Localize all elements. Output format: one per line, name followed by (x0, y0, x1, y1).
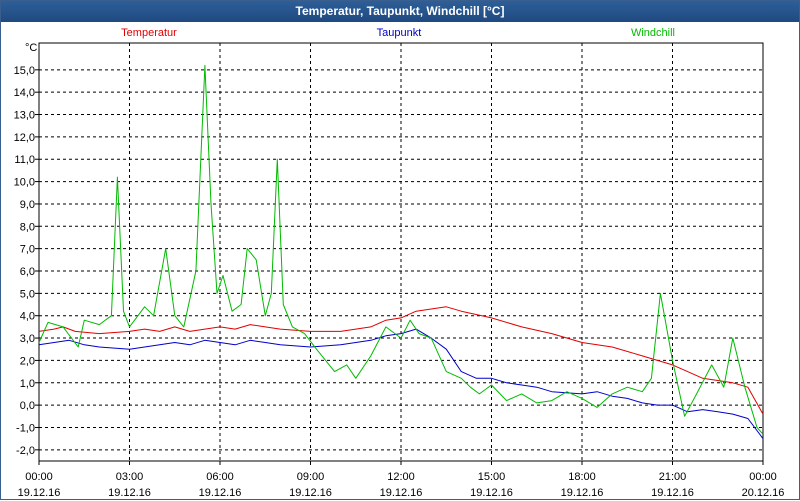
x-tick-time: 03:00 (116, 471, 144, 483)
chart-window: Temperatur, Taupunkt, Windchill [°C] 15,… (0, 0, 800, 500)
legend: Temperatur Taupunkt Windchill (121, 27, 675, 39)
legend-entry-windchill: Windchill (631, 27, 675, 39)
y-tick-label: 7,0 (20, 244, 35, 256)
x-tick-date: 19.12.16 (561, 487, 604, 499)
y-tick-label: 13,0 (14, 110, 35, 122)
y-tick-label: 1,0 (20, 378, 35, 390)
x-tick-time: 18:00 (568, 471, 596, 483)
y-tick-label: 10,0 (14, 177, 35, 189)
y-tick-label: 12,0 (14, 132, 35, 144)
legend-entry-temperatur: Temperatur (121, 27, 177, 39)
y-tick-label: -2,0 (16, 445, 35, 457)
x-tick-time: 00:00 (25, 471, 53, 483)
y-tick-label: 0,0 (20, 400, 35, 412)
x-tick-time: 21:00 (659, 471, 687, 483)
y-tick-label: 15,0 (14, 65, 35, 77)
y-tick-label: 4,0 (20, 311, 35, 323)
line-chart: 15,0 14,0 13,0 12,0 11,0 10,0 9,0 8,0 7,0 6,0 5,0 4… (14, 27, 785, 499)
y-tick-label: 8,0 (20, 221, 35, 233)
y-tick-label: 6,0 (20, 266, 35, 278)
x-tick-date: 19.12.16 (380, 487, 423, 499)
y-tick-label: 14,0 (14, 87, 35, 99)
x-axis-ticks: 00:00 19.12.16 03:00 19.12.16 06:00 19.12.16 0… (18, 461, 785, 499)
y-tick-label: 9,0 (20, 199, 35, 211)
x-tick-date: 19.12.16 (18, 487, 61, 499)
y-tick-label: 5,0 (20, 288, 35, 300)
x-tick-time: 12:00 (387, 471, 415, 483)
x-tick-date: 20.12.16 (742, 487, 785, 499)
x-tick-time: 06:00 (206, 471, 234, 483)
y-tick-label: 11,0 (14, 154, 35, 166)
x-tick-date: 19.12.16 (289, 487, 332, 499)
y-tick-label: 2,0 (20, 355, 35, 367)
x-tick-date: 19.12.16 (108, 487, 151, 499)
y-axis-unit: °C (25, 42, 37, 54)
x-tick-date: 19.12.16 (470, 487, 513, 499)
x-tick-time: 00:00 (749, 471, 777, 483)
grid (39, 43, 763, 461)
y-axis-ticks: 15,0 14,0 13,0 12,0 11,0 10,0 9,0 8,0 7,0 6,0 5,0 4… (14, 65, 39, 457)
y-tick-label: 3,0 (20, 333, 35, 345)
x-tick-date: 19.12.16 (199, 487, 242, 499)
x-tick-date: 19.12.16 (651, 487, 694, 499)
x-tick-time: 15:00 (478, 471, 506, 483)
y-tick-label: -1,0 (16, 422, 35, 434)
x-tick-time: 09:00 (297, 471, 325, 483)
legend-entry-taupunkt: Taupunkt (377, 27, 422, 39)
